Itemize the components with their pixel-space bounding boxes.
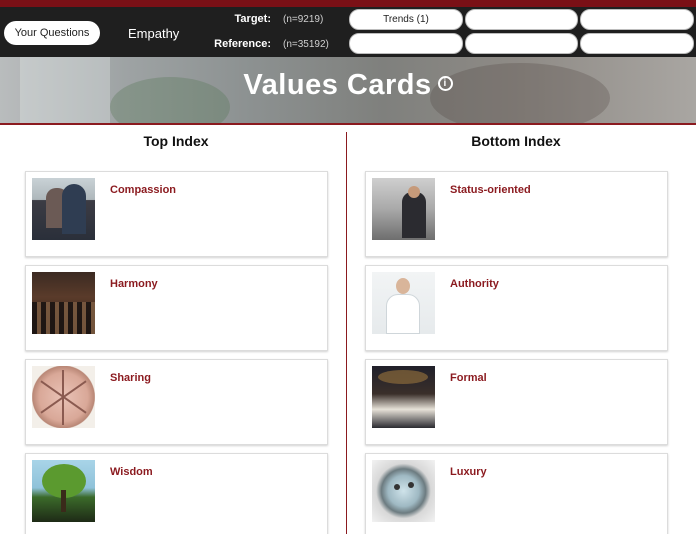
value-card-authority[interactable]: Authority bbox=[365, 265, 668, 351]
value-card-label: Formal bbox=[450, 372, 487, 384]
compassion-image bbox=[32, 178, 95, 240]
empty-slot-button[interactable] bbox=[465, 9, 578, 30]
value-card-label: Wisdom bbox=[110, 466, 153, 478]
empathy-tab[interactable]: Empathy bbox=[128, 26, 179, 41]
luxury-image bbox=[372, 460, 435, 522]
value-card-status-oriented[interactable]: Status-oriented bbox=[365, 171, 668, 257]
empty-slot-button[interactable] bbox=[580, 33, 694, 54]
status-oriented-image bbox=[372, 178, 435, 240]
empty-slot-button[interactable] bbox=[349, 33, 463, 54]
top-toolbar: Your Questions Empathy Target: (n=9219) … bbox=[0, 7, 696, 57]
harmony-image bbox=[32, 272, 95, 334]
wisdom-image bbox=[32, 460, 95, 522]
value-card-compassion[interactable]: Compassion bbox=[25, 171, 328, 257]
value-card-formal[interactable]: Formal bbox=[365, 359, 668, 445]
top-index-title: Top Index bbox=[143, 133, 209, 149]
hero-banner: Values Cards i bbox=[0, 57, 696, 123]
reference-count: (n=35192) bbox=[283, 39, 329, 50]
value-card-wisdom[interactable]: Wisdom bbox=[25, 453, 328, 534]
page-title-text: Values Cards bbox=[243, 69, 432, 101]
your-questions-button[interactable]: Your Questions bbox=[4, 21, 100, 45]
value-card-label: Luxury bbox=[450, 466, 487, 478]
reference-label: Reference: bbox=[214, 38, 271, 50]
value-card-sharing[interactable]: Sharing bbox=[25, 359, 328, 445]
empty-slot-button[interactable] bbox=[580, 9, 694, 30]
hero-divider bbox=[0, 123, 696, 125]
formal-image bbox=[372, 366, 435, 428]
value-card-harmony[interactable]: Harmony bbox=[25, 265, 328, 351]
value-card-label: Authority bbox=[450, 278, 499, 290]
top-accent-stripe bbox=[0, 0, 696, 7]
value-card-label: Sharing bbox=[110, 372, 151, 384]
trends-slot-button[interactable]: Trends (1) bbox=[349, 9, 463, 30]
sharing-image bbox=[32, 366, 95, 428]
value-card-label: Compassion bbox=[110, 184, 177, 196]
value-card-luxury[interactable]: Luxury bbox=[365, 453, 668, 534]
bottom-index-title: Bottom Index bbox=[471, 133, 561, 149]
target-label: Target: bbox=[234, 13, 271, 25]
value-card-label: Status-oriented bbox=[450, 184, 531, 196]
empty-slot-button[interactable] bbox=[465, 33, 578, 54]
info-icon[interactable]: i bbox=[437, 75, 453, 91]
target-count: (n=9219) bbox=[283, 14, 324, 25]
authority-image bbox=[372, 272, 435, 334]
column-divider bbox=[346, 132, 347, 534]
page-title: Values Cards i bbox=[0, 69, 696, 102]
value-card-label: Harmony bbox=[110, 278, 158, 290]
